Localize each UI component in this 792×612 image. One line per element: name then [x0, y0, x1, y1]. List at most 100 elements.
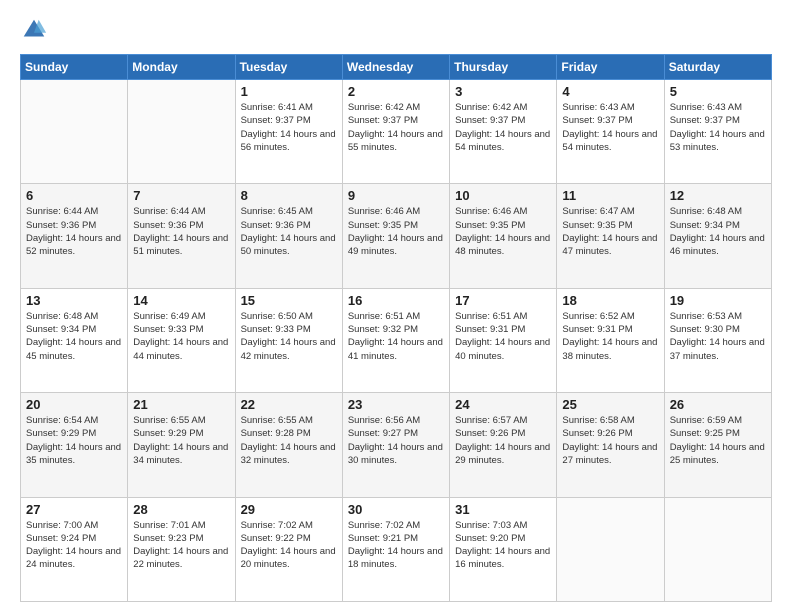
day-cell: 25 Sunrise: 6:58 AM Sunset: 9:26 PM Dayli…: [557, 393, 664, 497]
day-cell: 29 Sunrise: 7:02 AM Sunset: 9:22 PM Dayli…: [235, 497, 342, 601]
day-info: Sunrise: 6:56 AM Sunset: 9:27 PM Dayligh…: [348, 414, 444, 467]
day-info: Sunrise: 6:42 AM Sunset: 9:37 PM Dayligh…: [348, 101, 444, 154]
day-cell: 17 Sunrise: 6:51 AM Sunset: 9:31 PM Dayli…: [450, 288, 557, 392]
day-info: Sunrise: 7:02 AM Sunset: 9:22 PM Dayligh…: [241, 519, 337, 572]
day-cell: 16 Sunrise: 6:51 AM Sunset: 9:32 PM Dayli…: [342, 288, 449, 392]
day-info: Sunrise: 6:55 AM Sunset: 9:28 PM Dayligh…: [241, 414, 337, 467]
weekday-header-friday: Friday: [557, 55, 664, 80]
day-info: Sunrise: 6:45 AM Sunset: 9:36 PM Dayligh…: [241, 205, 337, 258]
day-cell: 15 Sunrise: 6:50 AM Sunset: 9:33 PM Dayli…: [235, 288, 342, 392]
day-cell: 4 Sunrise: 6:43 AM Sunset: 9:37 PM Daylig…: [557, 80, 664, 184]
week-row-1: 1 Sunrise: 6:41 AM Sunset: 9:37 PM Daylig…: [21, 80, 772, 184]
day-cell: [664, 497, 771, 601]
day-info: Sunrise: 6:51 AM Sunset: 9:31 PM Dayligh…: [455, 310, 551, 363]
day-info: Sunrise: 6:57 AM Sunset: 9:26 PM Dayligh…: [455, 414, 551, 467]
day-number: 22: [241, 397, 337, 412]
day-number: 27: [26, 502, 122, 517]
day-cell: 8 Sunrise: 6:45 AM Sunset: 9:36 PM Daylig…: [235, 184, 342, 288]
day-info: Sunrise: 6:43 AM Sunset: 9:37 PM Dayligh…: [670, 101, 766, 154]
logo-icon: [20, 16, 48, 44]
day-cell: 1 Sunrise: 6:41 AM Sunset: 9:37 PM Daylig…: [235, 80, 342, 184]
day-cell: 2 Sunrise: 6:42 AM Sunset: 9:37 PM Daylig…: [342, 80, 449, 184]
day-number: 5: [670, 84, 766, 99]
day-number: 29: [241, 502, 337, 517]
day-number: 26: [670, 397, 766, 412]
day-number: 25: [562, 397, 658, 412]
day-cell: 18 Sunrise: 6:52 AM Sunset: 9:31 PM Dayli…: [557, 288, 664, 392]
day-number: 12: [670, 188, 766, 203]
day-cell: 30 Sunrise: 7:02 AM Sunset: 9:21 PM Dayli…: [342, 497, 449, 601]
day-cell: 6 Sunrise: 6:44 AM Sunset: 9:36 PM Daylig…: [21, 184, 128, 288]
day-info: Sunrise: 6:58 AM Sunset: 9:26 PM Dayligh…: [562, 414, 658, 467]
day-cell: 31 Sunrise: 7:03 AM Sunset: 9:20 PM Dayli…: [450, 497, 557, 601]
day-number: 21: [133, 397, 229, 412]
calendar-table: SundayMondayTuesdayWednesdayThursdayFrid…: [20, 54, 772, 602]
day-cell: 11Sunrise: 6:47 AM Sunset: 9:35 PM Dayli…: [557, 184, 664, 288]
day-number: 7: [133, 188, 229, 203]
day-info: Sunrise: 6:44 AM Sunset: 9:36 PM Dayligh…: [26, 205, 122, 258]
day-number: 8: [241, 188, 337, 203]
day-cell: [557, 497, 664, 601]
day-cell: 20Sunrise: 6:54 AM Sunset: 9:29 PM Dayli…: [21, 393, 128, 497]
day-info: Sunrise: 6:53 AM Sunset: 9:30 PM Dayligh…: [670, 310, 766, 363]
day-number: 11: [562, 188, 658, 203]
day-info: Sunrise: 7:03 AM Sunset: 9:20 PM Dayligh…: [455, 519, 551, 572]
day-number: 20: [26, 397, 122, 412]
day-number: 14: [133, 293, 229, 308]
logo: [20, 16, 50, 44]
day-number: 15: [241, 293, 337, 308]
day-cell: 14 Sunrise: 6:49 AM Sunset: 9:33 PM Dayli…: [128, 288, 235, 392]
weekday-header-thursday: Thursday: [450, 55, 557, 80]
day-cell: 27 Sunrise: 7:00 AM Sunset: 9:24 PM Dayli…: [21, 497, 128, 601]
weekday-header-tuesday: Tuesday: [235, 55, 342, 80]
day-info: Sunrise: 6:49 AM Sunset: 9:33 PM Dayligh…: [133, 310, 229, 363]
day-info: Sunrise: 6:42 AM Sunset: 9:37 PM Dayligh…: [455, 101, 551, 154]
weekday-header-monday: Monday: [128, 55, 235, 80]
day-number: 18: [562, 293, 658, 308]
day-info: Sunrise: 6:43 AM Sunset: 9:37 PM Dayligh…: [562, 101, 658, 154]
day-number: 4: [562, 84, 658, 99]
day-info: Sunrise: 6:48 AM Sunset: 9:34 PM Dayligh…: [670, 205, 766, 258]
day-info: Sunrise: 7:01 AM Sunset: 9:23 PM Dayligh…: [133, 519, 229, 572]
day-cell: 21Sunrise: 6:55 AM Sunset: 9:29 PM Dayli…: [128, 393, 235, 497]
day-cell: 24Sunrise: 6:57 AM Sunset: 9:26 PM Dayli…: [450, 393, 557, 497]
day-info: Sunrise: 6:59 AM Sunset: 9:25 PM Dayligh…: [670, 414, 766, 467]
day-number: 2: [348, 84, 444, 99]
day-cell: 19 Sunrise: 6:53 AM Sunset: 9:30 PM Dayli…: [664, 288, 771, 392]
day-cell: 9 Sunrise: 6:46 AM Sunset: 9:35 PM Daylig…: [342, 184, 449, 288]
week-row-3: 13Sunrise: 6:48 AM Sunset: 9:34 PM Dayli…: [21, 288, 772, 392]
day-info: Sunrise: 6:51 AM Sunset: 9:32 PM Dayligh…: [348, 310, 444, 363]
header: [20, 16, 772, 44]
day-number: 16: [348, 293, 444, 308]
day-number: 23: [348, 397, 444, 412]
day-cell: 26 Sunrise: 6:59 AM Sunset: 9:25 PM Dayli…: [664, 393, 771, 497]
day-info: Sunrise: 7:02 AM Sunset: 9:21 PM Dayligh…: [348, 519, 444, 572]
day-info: Sunrise: 6:52 AM Sunset: 9:31 PM Dayligh…: [562, 310, 658, 363]
day-cell: 13Sunrise: 6:48 AM Sunset: 9:34 PM Dayli…: [21, 288, 128, 392]
day-number: 1: [241, 84, 337, 99]
weekday-header-sunday: Sunday: [21, 55, 128, 80]
day-info: Sunrise: 6:46 AM Sunset: 9:35 PM Dayligh…: [348, 205, 444, 258]
day-number: 28: [133, 502, 229, 517]
day-cell: 7Sunrise: 6:44 AM Sunset: 9:36 PM Daylig…: [128, 184, 235, 288]
day-info: Sunrise: 6:50 AM Sunset: 9:33 PM Dayligh…: [241, 310, 337, 363]
week-row-2: 6 Sunrise: 6:44 AM Sunset: 9:36 PM Daylig…: [21, 184, 772, 288]
week-row-4: 20Sunrise: 6:54 AM Sunset: 9:29 PM Dayli…: [21, 393, 772, 497]
day-number: 9: [348, 188, 444, 203]
weekday-header-row: SundayMondayTuesdayWednesdayThursdayFrid…: [21, 55, 772, 80]
day-info: Sunrise: 6:41 AM Sunset: 9:37 PM Dayligh…: [241, 101, 337, 154]
calendar-page: SundayMondayTuesdayWednesdayThursdayFrid…: [0, 0, 792, 612]
day-cell: 3Sunrise: 6:42 AM Sunset: 9:37 PM Daylig…: [450, 80, 557, 184]
day-cell: [128, 80, 235, 184]
day-number: 17: [455, 293, 551, 308]
day-number: 6: [26, 188, 122, 203]
day-cell: 22 Sunrise: 6:55 AM Sunset: 9:28 PM Dayli…: [235, 393, 342, 497]
day-number: 30: [348, 502, 444, 517]
weekday-header-saturday: Saturday: [664, 55, 771, 80]
day-number: 19: [670, 293, 766, 308]
day-number: 31: [455, 502, 551, 517]
day-cell: [21, 80, 128, 184]
day-info: Sunrise: 7:00 AM Sunset: 9:24 PM Dayligh…: [26, 519, 122, 572]
week-row-5: 27 Sunrise: 7:00 AM Sunset: 9:24 PM Dayli…: [21, 497, 772, 601]
day-number: 13: [26, 293, 122, 308]
